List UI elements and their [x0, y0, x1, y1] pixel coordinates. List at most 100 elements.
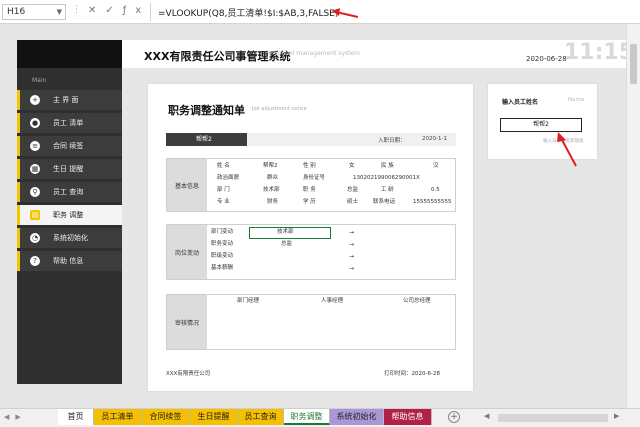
cell-value[interactable]: 130202199006290001X	[353, 173, 420, 184]
sheet-tab-bar: ◀▶ 首页 员工清单 合同续签 生日提醒 员工查询 职务调整 系统初始化 帮助信…	[0, 408, 640, 427]
formula-bar: H16 ▼ ⋮ ✕✓ƒx =VLOOKUP(Q8,员工清单!$I:$AB,3,F…	[0, 0, 640, 24]
approval-block: 审核情况 部门经理 人事经理 公司总经理	[166, 294, 456, 350]
scroll-thumb[interactable]	[498, 414, 608, 422]
sidebar-item-help[interactable]: ? 帮助 信息	[17, 251, 122, 271]
name-box-value: H16	[7, 7, 26, 17]
cell-label: 身份证号	[303, 175, 326, 181]
arrow-right-icon: →	[349, 265, 355, 272]
approval-header: 公司总经理	[403, 298, 431, 304]
cell-value[interactable]: 汉	[433, 161, 439, 172]
fx-icon[interactable]: ƒx	[123, 5, 150, 16]
from-value[interactable]: 总监	[281, 239, 292, 250]
cell-label: 政治面貌	[217, 175, 240, 181]
sidebar-section-label: Main	[32, 77, 47, 84]
arrow-right-icon: →	[349, 229, 355, 236]
arrow-right-icon: →	[349, 253, 355, 260]
horizontal-scrollbar[interactable]: ◀ ▶	[476, 412, 626, 423]
tab-employee-query[interactable]: 员工查询	[238, 409, 284, 425]
formula-input[interactable]: =VLOOKUP(Q8,员工清单!$I:$AB,3,FALSE)	[158, 6, 338, 19]
cell-label: 专 业	[217, 199, 230, 205]
cell-label: 工 龄	[381, 187, 394, 193]
cell-value[interactable]: 帮帮2	[263, 161, 278, 172]
tab-system-init[interactable]: 系统初始化	[330, 409, 384, 425]
input-panel-title: 输入员工姓名	[502, 99, 539, 106]
tab-nav-arrows[interactable]: ◀▶	[4, 413, 27, 421]
employee-name: 帮帮2	[166, 133, 247, 146]
cell-value[interactable]: 0.5	[431, 185, 440, 196]
sidebar-item-birthday-reminder[interactable]: ▦ 生日 提醒	[17, 159, 122, 179]
calendar-icon: ▦	[30, 164, 40, 174]
formula-divider	[150, 3, 151, 21]
tab-job-adjustment[interactable]: 职务调整	[284, 409, 330, 425]
scroll-right-icon[interactable]: ▶	[614, 412, 619, 420]
approval-header: 人事经理	[321, 298, 344, 304]
print-time: 打印时间：2020-6-28	[384, 369, 440, 377]
name-box[interactable]: H16 ▼	[2, 4, 66, 20]
cell-label: 部 门	[217, 187, 230, 193]
employee-name-bar: 帮帮2 入职日期： 2020-1-1	[166, 133, 456, 146]
sidebar-item-employee-query[interactable]: ⚲ 员工 查询	[17, 182, 122, 202]
basic-info-label: 基本信息	[167, 159, 207, 211]
notice-subtitle: Job adjustment notice	[252, 106, 307, 112]
formula-buttons: ✕✓ƒx	[88, 5, 150, 16]
cancel-icon[interactable]: ✕	[88, 5, 105, 16]
sidebar-item-employee-list[interactable]: ● 员工 清单	[17, 113, 122, 133]
header-date: 2020-06-28	[526, 55, 567, 63]
cell-value[interactable]: 15555555555	[413, 197, 452, 208]
cell-value[interactable]: 女	[349, 161, 355, 172]
from-value[interactable]: 技术部	[277, 227, 294, 238]
annotation-arrow-icon	[557, 132, 577, 167]
sidebar-item-contract-renewal[interactable]: ≡ 合同 续签	[17, 136, 122, 156]
header-clock: 11:15	[564, 40, 635, 65]
help-icon: ?	[30, 256, 40, 266]
join-date-label: 入职日期：	[378, 138, 406, 144]
cell-value[interactable]: 硕士	[347, 197, 358, 208]
print-time-label: 打印时间：	[384, 371, 412, 377]
row-label: 职务变动	[211, 241, 234, 247]
sidebar-item-job-adjustment[interactable]: ▤ 职务 调整	[17, 205, 122, 225]
pie-icon: ◔	[30, 233, 40, 243]
cell-label: 性 别	[303, 163, 316, 169]
tab-employee-list[interactable]: 员工清单	[94, 409, 142, 425]
tab-birthday-reminder[interactable]: 生日提醒	[190, 409, 238, 425]
system-subtitle: Personnel management system	[265, 50, 361, 57]
annotation-arrow-icon	[332, 8, 359, 18]
tab-help[interactable]: 帮助信息	[384, 409, 432, 425]
arrow-right-icon: →	[349, 241, 355, 248]
cell-label: 职 务	[303, 187, 316, 193]
plus-icon: +	[30, 95, 40, 105]
sidebar-item-system-init[interactable]: ◔ 系统初始化	[17, 228, 122, 248]
add-sheet-icon[interactable]: +	[448, 411, 460, 423]
cell-label: 联系电话	[373, 199, 396, 205]
check-icon[interactable]: ✓	[105, 5, 122, 16]
footer-company: XXX有限责任公司	[166, 371, 211, 377]
cell-value[interactable]: 财务	[267, 197, 278, 208]
notice-form: 职务调整通知单 Job adjustment notice 帮帮2 入职日期： …	[148, 84, 473, 391]
row-label: 部门变动	[211, 229, 234, 235]
sidebar-item-home[interactable]: + 主 界 面	[17, 90, 122, 110]
cell-label: 姓 名	[217, 163, 230, 169]
cell-value[interactable]: 总监	[347, 185, 358, 196]
cell-label: 学 历	[303, 199, 316, 205]
row-label: 基本薪酬	[211, 265, 234, 271]
approval-header: 部门经理	[237, 298, 260, 304]
notice-title: 职务调整通知单	[168, 104, 245, 117]
header-band: XXX有限责任公司事管理系统 Personnel management syst…	[122, 40, 634, 68]
post-change-label: 岗位变动	[167, 225, 207, 279]
more-options-icon: ⋮	[72, 5, 81, 15]
cell-value[interactable]: 技术部	[263, 185, 280, 196]
chevron-down-icon[interactable]: ▼	[57, 5, 62, 19]
input-panel-name-label: Name	[568, 97, 585, 103]
sidebar: Main + 主 界 面 ● 员工 清单 ≡ 合同 续签 ▦ 生日 提醒 ⚲ 员工 查询 …	[17, 40, 122, 384]
tab-home[interactable]: 首页	[58, 409, 94, 425]
search-person-icon: ⚲	[30, 187, 40, 197]
cell-value[interactable]: 群众	[267, 173, 278, 184]
tab-contract-renewal[interactable]: 合同续签	[142, 409, 190, 425]
vertical-scrollbar[interactable]	[626, 24, 640, 408]
scroll-left-icon[interactable]: ◀	[484, 412, 489, 420]
doc-icon: ▤	[30, 210, 40, 220]
row-label: 职级变动	[211, 253, 234, 259]
sidebar-header	[17, 40, 122, 68]
scroll-thumb[interactable]	[630, 44, 637, 84]
excel-window: H16 ▼ ⋮ ✕✓ƒx =VLOOKUP(Q8,员工清单!$I:$AB,3,F…	[0, 0, 640, 427]
